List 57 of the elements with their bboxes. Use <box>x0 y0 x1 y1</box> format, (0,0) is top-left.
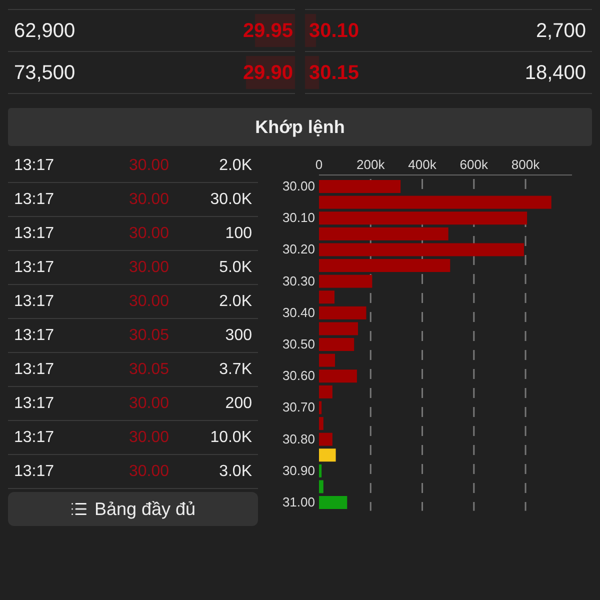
ask-price: 30.10 <box>308 18 360 44</box>
axis-tick-label: 31.00 <box>282 494 315 510</box>
axis-tick-label: 30.70 <box>282 400 315 415</box>
trade-price: 30.00 <box>128 224 170 244</box>
axis-tick-label: 800k <box>511 157 540 172</box>
trade-volume: 300 <box>224 326 252 346</box>
trade-price: 30.00 <box>128 156 170 176</box>
trade-time: 13:17 <box>14 394 56 414</box>
trade-price: 30.00 <box>128 462 170 482</box>
bid-price: 29.90 <box>242 60 294 86</box>
trade-time: 13:17 <box>14 360 56 380</box>
trade-volume: 30.0K <box>209 190 252 210</box>
axis-tick-label: 30.20 <box>282 242 315 257</box>
axis-tick-label: 400k <box>408 157 436 172</box>
trade-volume: 200 <box>224 394 252 414</box>
trade-volume: 10.0K <box>209 428 252 448</box>
axis-tick-label: 30.50 <box>282 336 315 352</box>
trade-volume: 2.0K <box>218 156 252 176</box>
trade-volume: 3.7K <box>218 360 252 380</box>
axis-tick-label: 30.30 <box>282 273 315 288</box>
axis-tick-label: 600k <box>460 157 488 172</box>
bid-volume: 73,500 <box>14 60 76 86</box>
bid-price: 29.95 <box>242 18 294 44</box>
trade-time: 13:17 <box>14 224 56 244</box>
ask-price: 30.15 <box>308 60 360 86</box>
trade-time: 13:17 <box>14 462 56 482</box>
trade-price: 30.00 <box>128 292 170 312</box>
trade-time: 13:17 <box>14 258 56 278</box>
trade-price: 30.05 <box>128 360 170 380</box>
trade-volume: 2.0K <box>218 292 252 312</box>
section-header: Khớp lệnh <box>8 108 592 146</box>
full-table-button[interactable]: Bảng đầy đủ <box>8 492 258 526</box>
list-icon <box>70 500 88 518</box>
trade-price: 30.05 <box>128 326 170 346</box>
ask-volume: 18,400 <box>524 60 586 86</box>
trade-time: 13:17 <box>14 326 56 346</box>
trade-price: 30.00 <box>128 428 170 448</box>
trade-price: 30.00 <box>128 258 170 278</box>
axis-tick-label: 30.00 <box>282 178 315 194</box>
trade-volume: 5.0K <box>218 258 252 278</box>
axis-tick-label: 200k <box>356 157 385 172</box>
trade-price: 30.00 <box>128 190 170 210</box>
trade-time: 13:17 <box>14 292 56 312</box>
axis-tick-label: 30.90 <box>282 462 315 478</box>
trade-volume: 100 <box>224 224 252 244</box>
axis-tick-label: 30.80 <box>282 431 315 446</box>
ask-volume: 2,700 <box>536 18 586 44</box>
trade-time: 13:17 <box>14 428 56 448</box>
trade-time: 13:17 <box>14 156 56 176</box>
axis-tick-label: 0 <box>315 157 323 172</box>
bid-volume: 62,900 <box>14 18 76 44</box>
trade-volume: 3.0K <box>218 462 252 482</box>
axis-tick-label: 30.60 <box>282 368 315 384</box>
axis-tick-label: 30.10 <box>282 210 315 226</box>
trade-time: 13:17 <box>14 190 56 210</box>
axis-tick-label: 30.40 <box>282 304 315 320</box>
trade-price: 30.00 <box>128 394 170 414</box>
